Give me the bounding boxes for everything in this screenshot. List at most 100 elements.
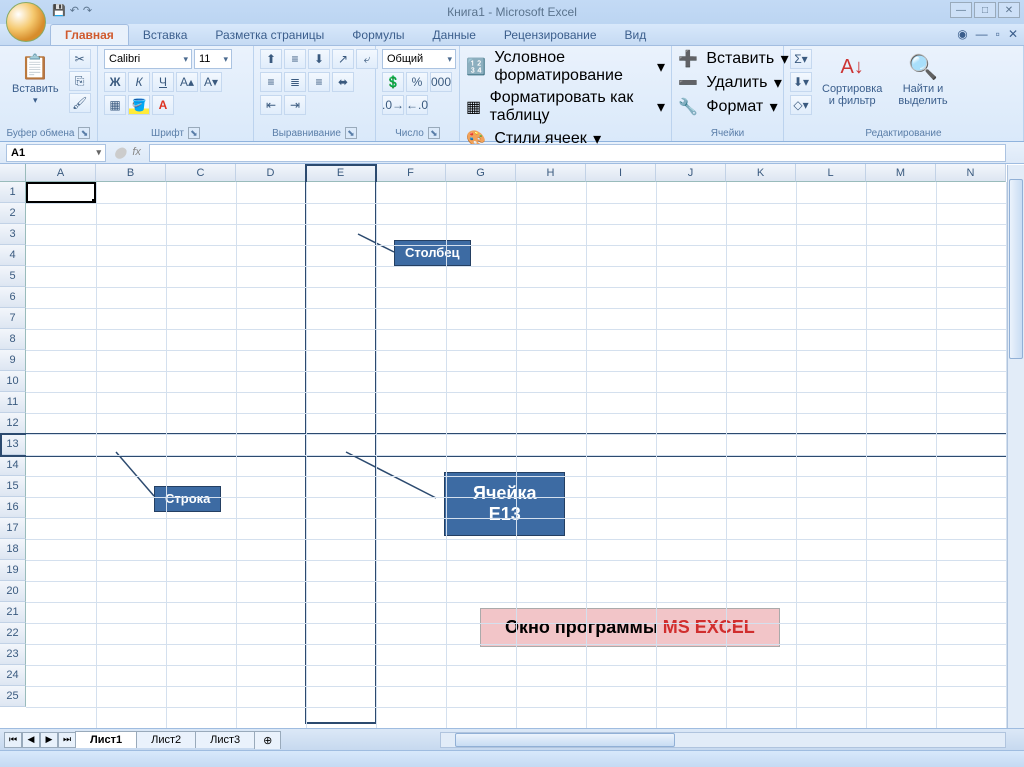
row-header[interactable]: 19 <box>0 560 26 581</box>
align-right-icon[interactable]: ≡ <box>308 72 330 92</box>
undo-icon[interactable]: ↶ <box>70 4 79 17</box>
column-header[interactable]: L <box>796 164 866 182</box>
bold-button[interactable]: Ж <box>104 72 126 92</box>
doc-minimize-icon[interactable]: — <box>976 27 988 41</box>
decrease-decimal-icon[interactable]: ←.0 <box>406 95 428 115</box>
border-icon[interactable]: ▦ <box>104 95 126 115</box>
minimize-button[interactable]: — <box>950 2 972 18</box>
comma-icon[interactable]: 000 <box>430 72 452 92</box>
column-header[interactable]: M <box>866 164 936 182</box>
fill-icon[interactable]: ⬇▾ <box>790 72 812 92</box>
column-header[interactable]: A <box>26 164 96 182</box>
tab-home[interactable]: Главная <box>50 24 129 45</box>
row-header[interactable]: 7 <box>0 308 26 329</box>
delete-cells-button[interactable]: ➖ Удалить ▾ <box>678 73 782 93</box>
column-header[interactable]: N <box>936 164 1006 182</box>
font-color-icon[interactable]: A <box>152 95 174 115</box>
sheet-tab-1[interactable]: Лист1 <box>75 731 137 748</box>
column-header[interactable]: D <box>236 164 306 182</box>
tab-insert[interactable]: Вставка <box>129 25 202 45</box>
redo-icon[interactable]: ↷ <box>83 4 92 17</box>
underline-button[interactable]: Ч <box>152 72 174 92</box>
cond-format-button[interactable]: 🔢 Условное форматирование ▾ <box>466 49 665 85</box>
column-header[interactable]: I <box>586 164 656 182</box>
launcher-icon[interactable]: ⬊ <box>345 127 357 139</box>
tab-pagelayout[interactable]: Разметка страницы <box>201 25 338 45</box>
row-header[interactable]: 6 <box>0 287 26 308</box>
save-icon[interactable]: 💾 <box>52 4 66 17</box>
paste-button[interactable]: 📋 Вставить ▾ <box>6 49 65 108</box>
sheet-nav-prev-icon[interactable]: ◀ <box>22 732 40 748</box>
decrease-indent-icon[interactable]: ⇤ <box>260 95 282 115</box>
row-header[interactable]: 25 <box>0 686 26 707</box>
sort-filter-button[interactable]: A↓ Сортировка и фильтр <box>816 49 888 109</box>
row-header[interactable]: 16 <box>0 497 26 518</box>
row-header[interactable]: 9 <box>0 350 26 371</box>
name-box[interactable]: A1 <box>6 144 106 162</box>
increase-decimal-icon[interactable]: .0→ <box>382 95 404 115</box>
fill-color-icon[interactable]: 🪣 <box>128 95 150 115</box>
align-bottom-icon[interactable]: ⬇ <box>308 49 330 69</box>
format-table-button[interactable]: ▦ Форматировать как таблицу ▾ <box>466 89 665 125</box>
maximize-button[interactable]: □ <box>974 2 996 18</box>
horizontal-scrollbar[interactable] <box>440 732 1006 748</box>
vertical-scrollbar[interactable] <box>1007 165 1024 728</box>
tab-data[interactable]: Данные <box>419 25 490 45</box>
percent-icon[interactable]: % <box>406 72 428 92</box>
copy-icon[interactable]: ⎘ <box>69 71 91 91</box>
row-header[interactable]: 8 <box>0 329 26 350</box>
fx-cancel-icon[interactable]: ⬤ <box>114 146 126 159</box>
autosum-icon[interactable]: Σ▾ <box>790 49 812 69</box>
font-name-combo[interactable]: Calibri <box>104 49 192 69</box>
row-header[interactable]: 3 <box>0 224 26 245</box>
row-header[interactable]: 1 <box>0 182 26 203</box>
row-header[interactable]: 2 <box>0 203 26 224</box>
column-header[interactable]: G <box>446 164 516 182</box>
decrease-font-icon[interactable]: A▾ <box>200 72 222 92</box>
row-header[interactable]: 10 <box>0 371 26 392</box>
sheet-tab-3[interactable]: Лист3 <box>195 731 255 748</box>
increase-indent-icon[interactable]: ⇥ <box>284 95 306 115</box>
orientation-icon[interactable]: ↗ <box>332 49 354 69</box>
formula-bar[interactable] <box>149 144 1006 162</box>
row-header[interactable]: 23 <box>0 644 26 665</box>
active-cell[interactable] <box>26 182 96 203</box>
row-header[interactable]: 4 <box>0 245 26 266</box>
row-header[interactable]: 20 <box>0 581 26 602</box>
column-header[interactable]: J <box>656 164 726 182</box>
row-header[interactable]: 11 <box>0 392 26 413</box>
currency-icon[interactable]: 💲 <box>382 72 404 92</box>
align-center-icon[interactable]: ≣ <box>284 72 306 92</box>
tab-review[interactable]: Рецензирование <box>490 25 611 45</box>
italic-button[interactable]: К <box>128 72 150 92</box>
row-header[interactable]: 24 <box>0 665 26 686</box>
column-header[interactable]: K <box>726 164 796 182</box>
doc-restore-icon[interactable]: ▫ <box>996 27 1000 41</box>
sheet-nav-next-icon[interactable]: ▶ <box>40 732 58 748</box>
insert-cells-button[interactable]: ➕ Вставить ▾ <box>678 49 789 69</box>
fx-label[interactable]: fx <box>132 146 141 159</box>
new-sheet-icon[interactable]: ⊕ <box>254 731 281 749</box>
column-header[interactable]: F <box>376 164 446 182</box>
merge-icon[interactable]: ⬌ <box>332 72 354 92</box>
office-button[interactable] <box>6 2 46 42</box>
row-header[interactable]: 5 <box>0 266 26 287</box>
launcher-icon[interactable]: ⬊ <box>188 127 200 139</box>
cut-icon[interactable]: ✂ <box>69 49 91 69</box>
column-header[interactable]: H <box>516 164 586 182</box>
find-select-button[interactable]: 🔍 Найти и выделить <box>892 49 953 109</box>
number-format-combo[interactable]: Общий <box>382 49 456 69</box>
tab-view[interactable]: Вид <box>611 25 661 45</box>
sheet-nav-last-icon[interactable]: ⏭ <box>58 732 76 748</box>
row-header[interactable]: 13 <box>0 434 26 455</box>
sheet-nav-first-icon[interactable]: ⏮ <box>4 732 22 748</box>
align-left-icon[interactable]: ≡ <box>260 72 282 92</box>
row-header[interactable]: 17 <box>0 518 26 539</box>
doc-close-icon[interactable]: ✕ <box>1008 27 1018 41</box>
sheet-tab-2[interactable]: Лист2 <box>136 731 196 748</box>
launcher-icon[interactable]: ⬊ <box>428 127 440 139</box>
column-header[interactable]: E <box>306 164 376 182</box>
column-header[interactable]: B <box>96 164 166 182</box>
format-painter-icon[interactable]: 🖌 <box>69 93 91 113</box>
spreadsheet-grid[interactable]: 1234567891011121314151617181920212223242… <box>0 164 1024 728</box>
